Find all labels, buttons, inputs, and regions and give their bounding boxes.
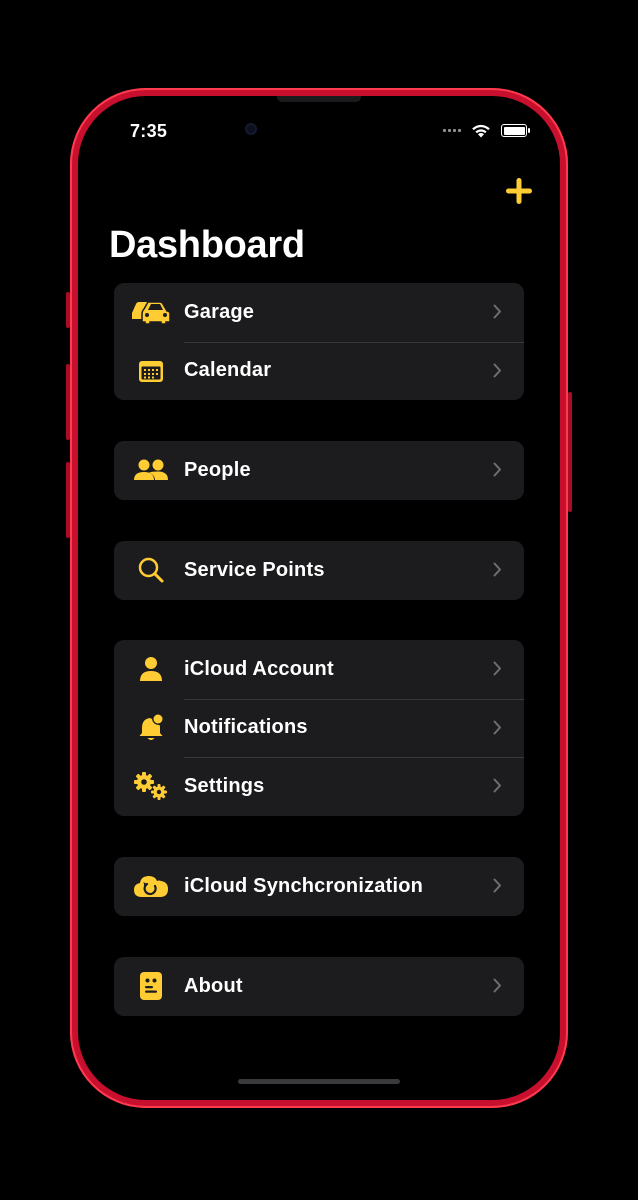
menu-item-people[interactable]: People — [114, 441, 524, 500]
front-camera — [245, 123, 257, 135]
menu-item-icloud-account[interactable]: iCloud Account — [114, 640, 524, 699]
menu-item-settings[interactable]: Settings — [114, 757, 524, 816]
volume-up-button — [66, 364, 70, 440]
page-title: Dashboard — [109, 224, 305, 266]
cloud-sync-icon — [130, 871, 172, 901]
menu-item-icloud-sync[interactable]: iCloud Synchcronization — [114, 857, 524, 916]
status-icons — [443, 123, 530, 138]
menu-item-label: Settings — [184, 774, 265, 797]
menu-item-service-points[interactable]: Service Points — [114, 541, 524, 600]
menu-item-label: Calendar — [184, 359, 272, 382]
plus-icon[interactable] — [504, 176, 534, 206]
info-card-icon — [130, 971, 172, 1001]
menu-item-label: iCloud Synchcronization — [184, 874, 424, 897]
chevron-right-icon — [493, 562, 501, 577]
cars-icon — [130, 297, 172, 327]
menu-item-label: iCloud Account — [184, 657, 334, 680]
power-button — [568, 392, 572, 512]
menu-group-service: Service Points — [114, 541, 524, 600]
battery-icon — [501, 124, 530, 137]
chevron-right-icon — [493, 661, 501, 676]
wifi-icon — [472, 124, 490, 138]
calendar-icon — [130, 356, 172, 386]
menu-item-label: Notifications — [184, 716, 308, 739]
chevron-right-icon — [493, 978, 501, 993]
home-indicator[interactable] — [238, 1079, 400, 1084]
search-icon — [130, 555, 172, 585]
chevron-right-icon — [493, 304, 501, 319]
menu-item-about[interactable]: About — [114, 957, 524, 1016]
chevron-right-icon — [493, 363, 501, 377]
menu-group-vehicles: Garage Calendar — [114, 283, 524, 400]
gears-icon — [130, 771, 172, 801]
menu-item-label: Service Points — [184, 558, 325, 581]
person-icon — [130, 654, 172, 684]
menu-group-people: People — [114, 441, 524, 500]
menu-item-label: People — [184, 458, 251, 481]
menu-item-notifications[interactable]: Notifications — [114, 698, 524, 758]
menu-group-account: iCloud Account Notifications Settings — [114, 640, 524, 816]
people-icon — [130, 455, 172, 485]
volume-down-button — [66, 462, 70, 538]
menu-group-sync: iCloud Synchcronization — [114, 857, 524, 916]
menu-item-label: Garage — [184, 300, 255, 323]
earpiece-speaker — [277, 96, 361, 102]
cellular-signal-icon — [443, 129, 461, 132]
mute-switch — [66, 292, 70, 328]
screen: 7:35 Dashboard Garage Calendar People Se… — [78, 96, 560, 1100]
chevron-right-icon — [493, 778, 501, 793]
status-time: 7:35 — [130, 121, 168, 141]
bell-icon — [130, 713, 172, 743]
menu-group-about: About — [114, 957, 524, 1016]
phone-frame: 7:35 Dashboard Garage Calendar People Se… — [66, 88, 572, 1108]
chevron-right-icon — [493, 878, 501, 893]
menu-item-label: About — [184, 974, 243, 997]
chevron-right-icon — [493, 462, 501, 477]
chevron-right-icon — [493, 720, 501, 734]
menu-item-calendar[interactable]: Calendar — [114, 341, 524, 401]
menu-item-garage[interactable]: Garage — [114, 283, 524, 342]
